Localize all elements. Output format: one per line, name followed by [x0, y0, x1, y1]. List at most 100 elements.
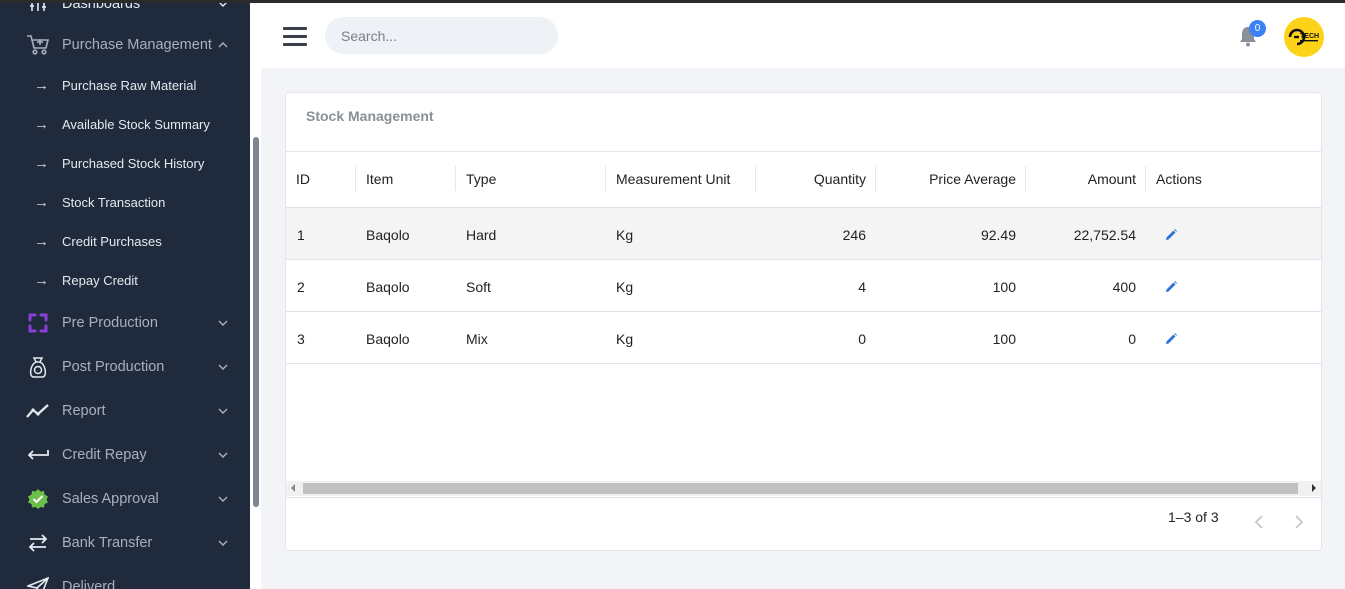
sidebar-scrollbar[interactable]: [253, 137, 259, 507]
sidebar-item-label: Sales Approval: [62, 491, 159, 507]
cell-quantity: 246: [842, 227, 866, 243]
column-header-type[interactable]: Type: [466, 171, 496, 187]
cell-item: Baqolo: [366, 331, 410, 347]
cell-amount: 400: [1112, 279, 1136, 295]
column-separator[interactable]: [1025, 166, 1026, 191]
cell-type: Mix: [466, 331, 488, 347]
sidebar-item-credit-repay[interactable]: Credit Repay: [0, 435, 250, 475]
column-header-measurement-unit[interactable]: Measurement Unit: [616, 171, 730, 187]
chevron-down-icon: [217, 537, 229, 549]
money-bag-icon: [26, 355, 50, 379]
chevron-down-icon: [217, 449, 229, 461]
next-page-icon[interactable]: [1293, 514, 1307, 532]
previous-page-icon[interactable]: [1253, 514, 1267, 532]
avatar[interactable]: TECH: [1284, 17, 1324, 57]
sidebar-item-dashboards[interactable]: Dashboards: [0, 0, 250, 24]
menu-toggle-icon[interactable]: [283, 27, 307, 46]
cell-price-average: 100: [992, 331, 1016, 347]
cell-id: 3: [297, 331, 305, 347]
column-header-actions: Actions: [1156, 171, 1202, 187]
submenu-item-label: Purchase Raw Material: [62, 78, 197, 93]
top-border: [0, 0, 1345, 3]
arrow-right-icon: →: [34, 77, 49, 94]
cell-quantity: 0: [858, 331, 866, 347]
column-header-price-average[interactable]: Price Average: [886, 171, 1016, 187]
chevron-down-icon: [217, 493, 229, 505]
submenu-item-stock-transaction[interactable]: → Stock Transaction: [0, 183, 250, 222]
submenu-item-available-stock-summary[interactable]: → Available Stock Summary: [0, 105, 250, 144]
submenu-item-repay-credit[interactable]: → Repay Credit: [0, 261, 250, 300]
chevron-down-icon: [217, 361, 229, 373]
check-badge-icon: [26, 487, 50, 511]
cell-price-average: 92.49: [980, 227, 1016, 243]
return-arrow-icon: [26, 443, 50, 467]
submenu-item-purchase-raw-material[interactable]: → Purchase Raw Material: [0, 66, 250, 105]
column-separator[interactable]: [755, 166, 756, 191]
send-icon: [26, 575, 50, 589]
cell-item: Baqolo: [366, 279, 410, 295]
column-separator[interactable]: [355, 166, 356, 191]
cell-unit: Kg: [616, 279, 634, 295]
cell-price-average: 100: [992, 279, 1016, 295]
sidebar-item-label: Pre Production: [62, 315, 158, 331]
sidebar-item-sales-approval[interactable]: Sales Approval: [0, 479, 250, 519]
scroll-right-icon[interactable]: [1312, 484, 1316, 492]
cell-id: 2: [297, 279, 305, 295]
sidebar: Dashboards Purchase Management → Purchas…: [0, 0, 250, 589]
table-horizontal-scrollbar[interactable]: [286, 481, 1321, 496]
cell-unit: Kg: [616, 227, 634, 243]
sidebar-item-label: Report: [62, 403, 106, 419]
column-header-id[interactable]: ID: [296, 171, 310, 187]
cell-amount: 22,752.54: [1073, 227, 1136, 243]
arrow-right-icon: →: [34, 155, 49, 172]
column-header-quantity[interactable]: Quantity: [766, 171, 866, 187]
chevron-down-icon: [217, 317, 229, 329]
column-header-item[interactable]: Item: [366, 171, 393, 187]
sidebar-item-label: Bank Transfer: [62, 535, 153, 551]
column-header-amount[interactable]: Amount: [1036, 171, 1136, 187]
column-separator[interactable]: [455, 166, 456, 191]
edit-icon[interactable]: [1164, 280, 1178, 294]
arrow-right-icon: →: [34, 233, 49, 250]
arrow-right-icon: →: [34, 194, 49, 211]
cell-type: Hard: [466, 227, 497, 243]
sidebar-item-purchase-management[interactable]: Purchase Management: [0, 25, 250, 65]
submenu-item-credit-purchases[interactable]: → Credit Purchases: [0, 222, 250, 261]
sidebar-item-bank-transfer[interactable]: Bank Transfer: [0, 523, 250, 563]
scroll-left-icon[interactable]: [291, 484, 295, 492]
cell-amount: 0: [1128, 331, 1136, 347]
submenu-item-label: Stock Transaction: [62, 195, 166, 210]
sidebar-item-post-production[interactable]: Post Production: [0, 347, 250, 387]
sidebar-item-pre-production[interactable]: Pre Production: [0, 303, 250, 343]
cell-unit: Kg: [616, 331, 634, 347]
sidebar-item-report[interactable]: Report: [0, 391, 250, 431]
submenu-item-purchased-stock-history[interactable]: → Purchased Stock History: [0, 144, 250, 183]
chevron-up-icon: [217, 39, 229, 51]
sidebar-item-label: Purchase Management: [62, 37, 212, 53]
sidebar-item-label: Deliverd: [62, 579, 116, 589]
column-separator[interactable]: [1145, 166, 1146, 191]
cell-quantity: 4: [858, 279, 866, 295]
scrollbar-thumb[interactable]: [303, 483, 1298, 494]
arrow-right-icon: →: [34, 272, 49, 289]
sidebar-item-deliverd[interactable]: Deliverd: [0, 567, 250, 589]
submenu-item-label: Purchased Stock History: [62, 156, 205, 171]
column-separator[interactable]: [875, 166, 876, 191]
footer-divider: [286, 497, 1321, 498]
pre-production-icon: [26, 311, 50, 335]
sidebar-item-label: Credit Repay: [62, 447, 147, 463]
pagination-info: 1–3 of 3: [1168, 509, 1219, 525]
swap-arrows-icon: [26, 531, 50, 555]
search-input[interactable]: [325, 17, 558, 54]
column-separator[interactable]: [605, 166, 606, 191]
edit-icon[interactable]: [1164, 332, 1178, 346]
trend-line-icon: [26, 399, 50, 423]
sidebar-item-label: Post Production: [62, 359, 165, 375]
card-title: Stock Management: [306, 108, 434, 124]
submenu-item-label: Credit Purchases: [62, 234, 162, 249]
cart-icon: [26, 33, 50, 57]
avatar-logo-text: TECH: [1300, 33, 1319, 40]
cell-id: 1: [297, 227, 305, 243]
edit-icon[interactable]: [1164, 228, 1178, 242]
cell-type: Soft: [466, 279, 491, 295]
